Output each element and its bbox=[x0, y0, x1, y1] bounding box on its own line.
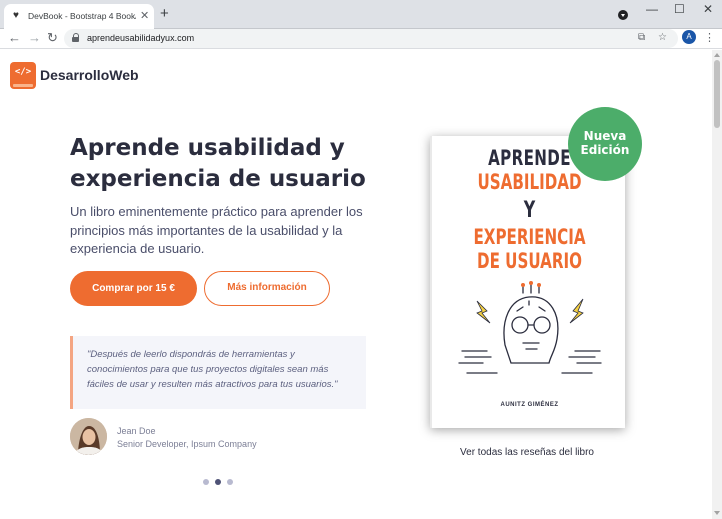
scroll-thumb[interactable] bbox=[714, 60, 720, 128]
badge-line: Nueva bbox=[583, 129, 627, 143]
minimize-button[interactable]: — bbox=[646, 2, 658, 16]
lock-icon bbox=[72, 33, 80, 43]
page-viewport: </> DesarrolloWeb Aprende usabilidad y e… bbox=[0, 50, 712, 519]
testimonial-quote: "Después de leerlo dispondrás de herrami… bbox=[70, 336, 366, 409]
back-icon[interactable]: ← bbox=[8, 30, 21, 45]
book-author: AUNITZ GIMÉNEZ bbox=[500, 402, 559, 408]
url-text[interactable]: aprendeusabilidadyux.com bbox=[87, 33, 194, 43]
maximize-button[interactable]: ☐ bbox=[674, 2, 685, 16]
book-title-line: Y bbox=[523, 198, 536, 223]
hero-headline: Aprende usabilidad y experiencia de usua… bbox=[70, 135, 366, 192]
profile-avatar[interactable]: A bbox=[682, 30, 696, 44]
scroll-down-icon[interactable] bbox=[714, 511, 720, 515]
close-window-button[interactable]: ✕ bbox=[703, 2, 713, 16]
author-role: Senior Developer, Ipsum Company bbox=[117, 439, 257, 449]
browser-toolbar: ← → ↻ aprendeusabilidadyux.com ⧉ ☆ bbox=[0, 29, 722, 49]
reviews-link[interactable]: Ver todas las reseñas del libro bbox=[427, 447, 627, 458]
forward-icon[interactable]: → bbox=[28, 30, 41, 45]
new-tab-button[interactable]: + bbox=[160, 5, 169, 22]
book-title-line: EXPERIENCIA bbox=[473, 225, 586, 249]
head-illustration bbox=[458, 281, 602, 374]
book-title-line: DE USUARIO bbox=[477, 249, 582, 273]
reload-icon[interactable]: ↻ bbox=[47, 30, 58, 46]
more-info-button[interactable]: Más información bbox=[204, 271, 330, 306]
buy-button[interactable]: Comprar por 15 € bbox=[70, 271, 197, 306]
carousel-dot[interactable] bbox=[203, 479, 209, 485]
page-scrollbar[interactable] bbox=[712, 50, 722, 519]
tab-title: DevBook - Bootstrap 4 Book/eBo bbox=[28, 11, 136, 21]
kebab-menu-icon[interactable]: ⋮ bbox=[704, 31, 715, 44]
translate-icon[interactable]: ⧉ bbox=[638, 32, 645, 43]
tab-close-icon[interactable]: ✕ bbox=[140, 9, 149, 22]
carousel-dot[interactable] bbox=[227, 479, 233, 485]
star-icon[interactable]: ☆ bbox=[658, 32, 667, 43]
browser-tab[interactable]: ♥ DevBook - Bootstrap 4 Book/eBo ✕ bbox=[4, 4, 154, 29]
scroll-up-icon[interactable] bbox=[714, 53, 720, 57]
code-glyph: </> bbox=[14, 67, 32, 77]
carousel-dot-active[interactable] bbox=[215, 479, 221, 485]
tab-strip: ♥ DevBook - Bootstrap 4 Book/eBo ✕ + — ☐… bbox=[0, 0, 722, 29]
heart-favicon-icon: ♥ bbox=[13, 10, 19, 21]
quote-text: "Después de leerlo dispondrás de herrami… bbox=[87, 349, 338, 390]
hero-lead: Un libro eminentemente práctico para apr… bbox=[70, 204, 363, 256]
address-bar[interactable]: aprendeusabilidadyux.com ⧉ ☆ bbox=[64, 29, 678, 48]
author-name: Jean Doe bbox=[117, 426, 156, 436]
new-edition-badge: Nueva Edición bbox=[568, 107, 642, 181]
logo-icon[interactable]: </> bbox=[10, 62, 36, 89]
tab-search-icon[interactable] bbox=[618, 10, 628, 20]
brand-name[interactable]: DesarrolloWeb bbox=[40, 67, 139, 83]
author-avatar bbox=[70, 418, 107, 455]
badge-line: Edición bbox=[580, 143, 630, 157]
book-title-line: USABILIDAD bbox=[477, 170, 582, 194]
